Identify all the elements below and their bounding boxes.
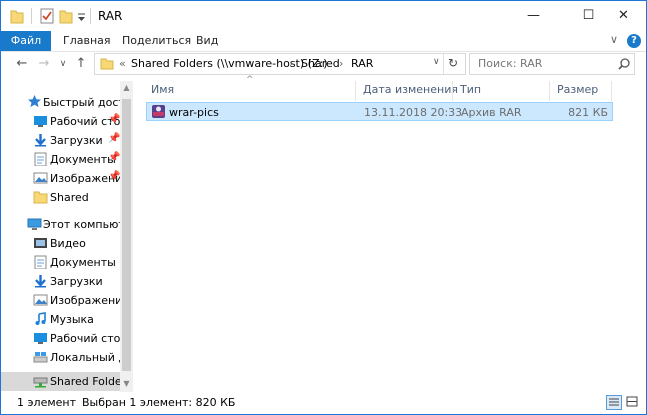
breadcrumb-separator[interactable]: › (289, 57, 293, 70)
help-button[interactable]: ? (627, 34, 641, 48)
refresh-icon[interactable]: ↻ (448, 56, 458, 70)
scrollbar-thumb[interactable] (122, 99, 131, 371)
nav-quick-shared[interactable]: Shared (1, 188, 133, 207)
title-bar: RAR — ☐ ✕ (1, 1, 646, 31)
search-icon[interactable] (618, 58, 630, 70)
search-input[interactable]: Поиск: RAR (478, 57, 542, 70)
forward-button[interactable]: → (36, 55, 52, 73)
download-icon (35, 134, 46, 147)
breadcrumb-rar[interactable]: RAR (351, 57, 373, 70)
music-icon (35, 312, 46, 325)
nav-pc-pictures[interactable]: Изображения (1, 291, 133, 310)
minimize-button[interactable]: — (511, 1, 556, 31)
item-count: 1 элемент (17, 396, 76, 409)
details-view-button[interactable] (606, 395, 622, 410)
nav-quick-documents[interactable]: Документы 📌 (1, 150, 133, 169)
search-box[interactable]: Поиск: RAR (469, 53, 635, 75)
properties-icon[interactable] (40, 8, 54, 24)
nav-pc-shared-folders[interactable]: Shared Folders ( (1, 372, 133, 391)
nav-quick-downloads[interactable]: Загрузки 📌 (1, 131, 133, 150)
navigation-pane: Быстрый доступ Рабочий сто 📌 Загрузки 📌 … (1, 81, 133, 392)
pin-icon: 📌 (108, 152, 121, 163)
large-icons-view-button[interactable] (625, 395, 641, 410)
details-view-icon (609, 398, 619, 406)
tab-view[interactable]: Вид (196, 31, 218, 51)
nav-pc-documents[interactable]: Документы (1, 253, 133, 272)
file-name[interactable]: wrar-pics (169, 106, 219, 119)
nav-quick-pictures[interactable]: Изображени 📌 (1, 169, 133, 188)
customize-toolbar-icon[interactable] (77, 8, 86, 24)
overflow-chevron[interactable]: « (119, 57, 126, 70)
close-button[interactable]: ✕ (601, 1, 646, 31)
desktop-icon (34, 333, 47, 344)
new-folder-icon[interactable] (59, 8, 73, 24)
star-icon (28, 95, 41, 108)
nav-pc-local-disk[interactable]: Локальный дис (1, 348, 133, 367)
recent-locations-button[interactable]: ∨ (55, 55, 71, 73)
folder-icon (100, 58, 114, 70)
navigation-pane-scrollbar[interactable]: ▲ ▼ (120, 81, 133, 392)
file-type: Архив RAR (461, 106, 522, 119)
up-button[interactable]: ↑ (73, 55, 89, 73)
breadcrumb-drive[interactable]: Shared Folders (\\vmware-host) (Z:) (131, 57, 328, 70)
file-list: ^ Имя Дата изменения Тип Размер wrar-pic… (141, 75, 646, 392)
file-modified: 13.11.2018 20:33 (364, 106, 463, 119)
nav-pc-desktop[interactable]: Рабочий стол (1, 329, 133, 348)
pin-icon: 📌 (108, 171, 121, 182)
documents-icon (34, 152, 47, 166)
scroll-down-arrow[interactable]: ▼ (120, 377, 133, 391)
network-drive-icon (33, 377, 48, 388)
ribbon-tabs: Файл Главная Поделиться Вид ∨ ? (1, 31, 646, 52)
expand-ribbon-button[interactable]: ∨ (610, 33, 618, 46)
column-header-date[interactable]: Дата изменения (363, 81, 458, 101)
status-bar: 1 элемент Выбран 1 элемент: 820 КБ (1, 392, 646, 414)
large-icons-view-icon (626, 396, 638, 407)
pictures-icon (33, 294, 48, 306)
back-button[interactable]: ← (14, 55, 30, 73)
breadcrumb-shared[interactable]: Shared (301, 57, 340, 70)
navigation-bar: ← → ∨ ↑ « Shared Folders (\\vmware-host)… (1, 52, 646, 76)
tab-file[interactable]: Файл (1, 31, 51, 51)
file-size: 821 КБ (568, 106, 608, 119)
desktop-icon (34, 116, 47, 127)
nav-pc-music[interactable]: Музыка (1, 310, 133, 329)
nav-pc-video[interactable]: Видео (1, 234, 133, 253)
local-disk-icon (33, 352, 48, 363)
download-icon (35, 275, 46, 288)
breadcrumb-separator[interactable]: › (339, 57, 343, 70)
column-header-name[interactable]: Имя (151, 81, 174, 101)
pin-icon: 📌 (108, 133, 121, 144)
computer-icon (27, 218, 42, 230)
folder-icon (10, 10, 24, 24)
pin-icon: 📌 (108, 114, 121, 125)
column-header-size[interactable]: Размер (557, 81, 598, 101)
explorer-window: RAR — ☐ ✕ Файл Главная Поделиться Вид ∨ … (0, 0, 647, 415)
address-bar[interactable]: « Shared Folders (\\vmware-host) (Z:) › … (94, 53, 466, 75)
nav-quick-access[interactable]: Быстрый доступ (1, 93, 133, 112)
scroll-up-arrow[interactable]: ▲ (120, 81, 133, 95)
video-icon (34, 238, 47, 248)
documents-icon (34, 255, 47, 269)
pictures-icon (33, 172, 48, 184)
nav-pc-downloads[interactable]: Загрузки (1, 272, 133, 291)
rar-archive-icon (152, 105, 165, 118)
table-row[interactable]: wrar-pics 13.11.2018 20:33 Архив RAR 821… (146, 102, 613, 121)
column-header-type[interactable]: Тип (460, 81, 481, 101)
tab-home[interactable]: Главная (63, 31, 111, 51)
folder-icon (33, 191, 48, 204)
selection-info: Выбран 1 элемент: 820 КБ (82, 396, 236, 409)
address-dropdown-button[interactable]: ∨ (433, 57, 440, 67)
sort-indicator: ^ (246, 75, 254, 85)
nav-quick-desktop[interactable]: Рабочий сто 📌 (1, 112, 133, 131)
tab-share[interactable]: Поделиться (122, 31, 191, 51)
window-title: RAR (98, 9, 123, 23)
nav-this-pc[interactable]: Этот компьютер (1, 215, 133, 234)
